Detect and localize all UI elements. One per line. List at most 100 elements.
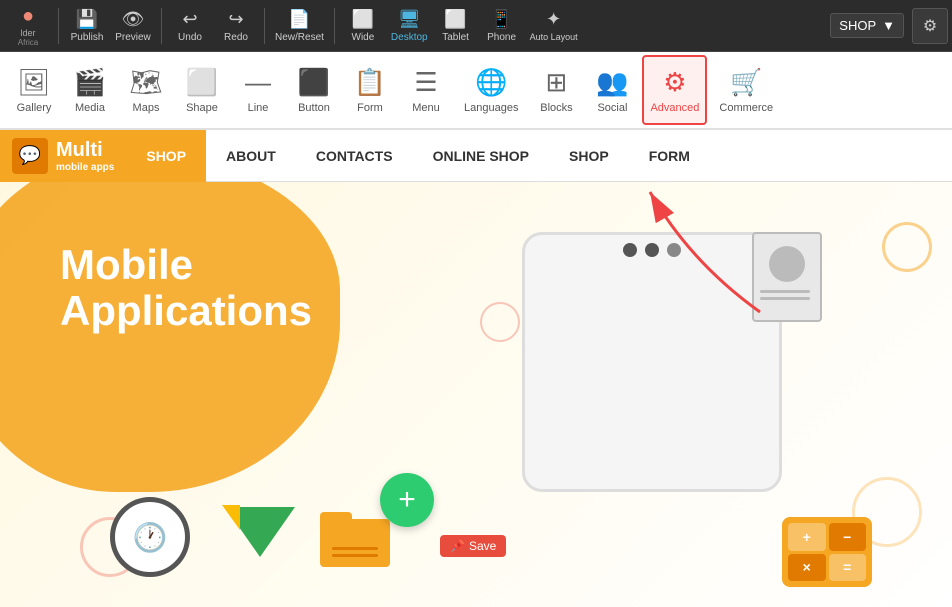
- tool-commerce[interactable]: 🛒 Commerce: [711, 55, 781, 125]
- brand-logo-area: ● lder Africa: [4, 2, 52, 50]
- folder-illustration: [320, 512, 390, 567]
- notebook-line-2: [760, 297, 810, 300]
- desktop-button[interactable]: 🖥 Desktop: [387, 2, 432, 50]
- site-navigation: 💬 Multi mobile apps SHOP ABOUT CONTACTS …: [0, 130, 952, 182]
- desktop-icon: 🖥: [398, 9, 421, 30]
- nav-shop[interactable]: SHOP: [549, 130, 629, 182]
- divider-1: [58, 8, 59, 44]
- divider-4: [334, 8, 335, 44]
- auto-layout-label: Auto Layout: [530, 32, 578, 42]
- tool-shape[interactable]: ⬜ Shape: [176, 55, 228, 125]
- phone-label: Phone: [487, 32, 516, 43]
- top-toolbar: ● lder Africa 💾 Publish 👁 Preview ↩ Undo…: [0, 0, 952, 52]
- hero-title: Mobile Applications: [60, 242, 312, 334]
- advanced-icon: ⚙: [663, 67, 686, 98]
- notebook-avatar: [769, 246, 805, 282]
- nav-contacts[interactable]: CONTACTS: [296, 130, 413, 182]
- tool-maps[interactable]: 🗺 Maps: [120, 55, 172, 125]
- tool-languages-label: Languages: [464, 102, 518, 114]
- publish-label: Publish: [71, 32, 104, 43]
- preview-button[interactable]: 👁 Preview: [111, 2, 155, 50]
- tool-social-label: Social: [597, 102, 627, 114]
- tool-social[interactable]: 👥 Social: [586, 55, 638, 125]
- nav-online-shop[interactable]: ONLINE SHOP: [413, 130, 549, 182]
- tool-languages[interactable]: 🌐 Languages: [456, 55, 526, 125]
- nav-form[interactable]: FORM: [629, 130, 710, 182]
- tablet-label: Tablet: [442, 32, 469, 43]
- folder-line-1: [332, 547, 378, 550]
- tool-commerce-label: Commerce: [719, 102, 773, 114]
- brand-icon: ●: [22, 5, 34, 28]
- tool-blocks[interactable]: ⊞ Blocks: [530, 55, 582, 125]
- folder-line-2: [332, 554, 378, 557]
- brand-sub: Africa: [18, 38, 38, 47]
- publish-button[interactable]: 💾 Publish: [65, 2, 109, 50]
- shop-dropdown[interactable]: SHOP ▼: [830, 13, 904, 38]
- wide-icon: ⬜: [352, 9, 374, 30]
- dot-1: [623, 243, 637, 257]
- tool-gallery[interactable]: 🖼 Gallery: [8, 55, 60, 125]
- tool-form-label: Form: [357, 102, 383, 114]
- shape-icon: ⬜: [186, 67, 218, 98]
- form-icon: 📋: [354, 67, 386, 98]
- calc-btn-equals: =: [829, 554, 867, 582]
- publish-icon: 💾: [76, 9, 98, 30]
- folder-lines: [332, 547, 378, 557]
- tablet-button[interactable]: ⬜ Tablet: [434, 2, 478, 50]
- auto-layout-button[interactable]: ✦ Auto Layout: [526, 2, 582, 50]
- auto-layout-icon: ✦: [546, 9, 561, 30]
- calculator-widget: + − × =: [782, 517, 872, 587]
- tool-media-label: Media: [75, 102, 105, 114]
- tool-advanced[interactable]: ⚙ Advanced: [642, 55, 707, 125]
- settings-button[interactable]: ⚙: [912, 8, 948, 44]
- desktop-label: Desktop: [391, 32, 428, 43]
- phone-dots: [525, 235, 779, 265]
- calc-btn-minus: −: [829, 523, 867, 551]
- tool-button[interactable]: ⬛ Button: [288, 55, 340, 125]
- tool-line[interactable]: — Line: [232, 55, 284, 125]
- save-badge[interactable]: 📌 Save: [440, 535, 506, 557]
- logo-icon: 💬: [12, 138, 48, 174]
- undo-icon: ↩: [182, 9, 197, 30]
- notebook-line-1: [760, 290, 810, 293]
- tool-menu[interactable]: ☰ Menu: [400, 55, 452, 125]
- tool-menu-label: Menu: [412, 102, 440, 114]
- clock-illustration: 🕐: [110, 497, 190, 577]
- nav-links: ABOUT CONTACTS ONLINE SHOP SHOP FORM: [206, 130, 952, 182]
- tool-media[interactable]: 🎬 Media: [64, 55, 116, 125]
- phone-icon: 📱: [490, 9, 512, 30]
- redo-icon: ↪: [228, 9, 243, 30]
- shop-dropdown-label: SHOP: [839, 18, 876, 33]
- hero-title-line2: Applications: [60, 288, 312, 334]
- tool-maps-label: Maps: [133, 102, 160, 114]
- redo-button[interactable]: ↪ Redo: [214, 2, 258, 50]
- deco-circle-1: [882, 222, 932, 272]
- gallery-icon: 🖼: [17, 67, 50, 98]
- wide-label: Wide: [352, 32, 375, 43]
- commerce-icon: 🛒: [730, 67, 762, 98]
- undo-button[interactable]: ↩ Undo: [168, 2, 212, 50]
- notebook-illustration: [752, 232, 822, 322]
- phone-button[interactable]: 📱 Phone: [480, 2, 524, 50]
- new-reset-button[interactable]: 📄 New/Reset: [271, 2, 328, 50]
- add-element-button[interactable]: +: [380, 473, 434, 527]
- new-reset-label: New/Reset: [275, 32, 324, 43]
- brand-name: lder: [20, 28, 35, 38]
- phone-frame: [522, 232, 782, 492]
- new-reset-icon: 📄: [288, 9, 310, 30]
- nav-shop-tab[interactable]: SHOP: [126, 130, 206, 182]
- save-pin-icon: 📌: [450, 539, 465, 553]
- second-toolbar: 🖼 Gallery 🎬 Media 🗺 Maps ⬜ Shape — Line …: [0, 52, 952, 130]
- button-icon: ⬛: [298, 67, 330, 98]
- hero-text: Mobile Applications: [60, 242, 312, 334]
- wide-button[interactable]: ⬜ Wide: [341, 2, 385, 50]
- tool-button-label: Button: [298, 102, 330, 114]
- calc-btn-plus: +: [788, 523, 826, 551]
- tool-form[interactable]: 📋 Form: [344, 55, 396, 125]
- redo-label: Redo: [224, 32, 248, 43]
- menu-icon: ☰: [414, 67, 437, 98]
- nav-about[interactable]: ABOUT: [206, 130, 296, 182]
- logo-text: Multi mobile apps: [56, 139, 114, 173]
- save-label: Save: [469, 539, 496, 553]
- tablet-icon: ⬜: [444, 9, 466, 30]
